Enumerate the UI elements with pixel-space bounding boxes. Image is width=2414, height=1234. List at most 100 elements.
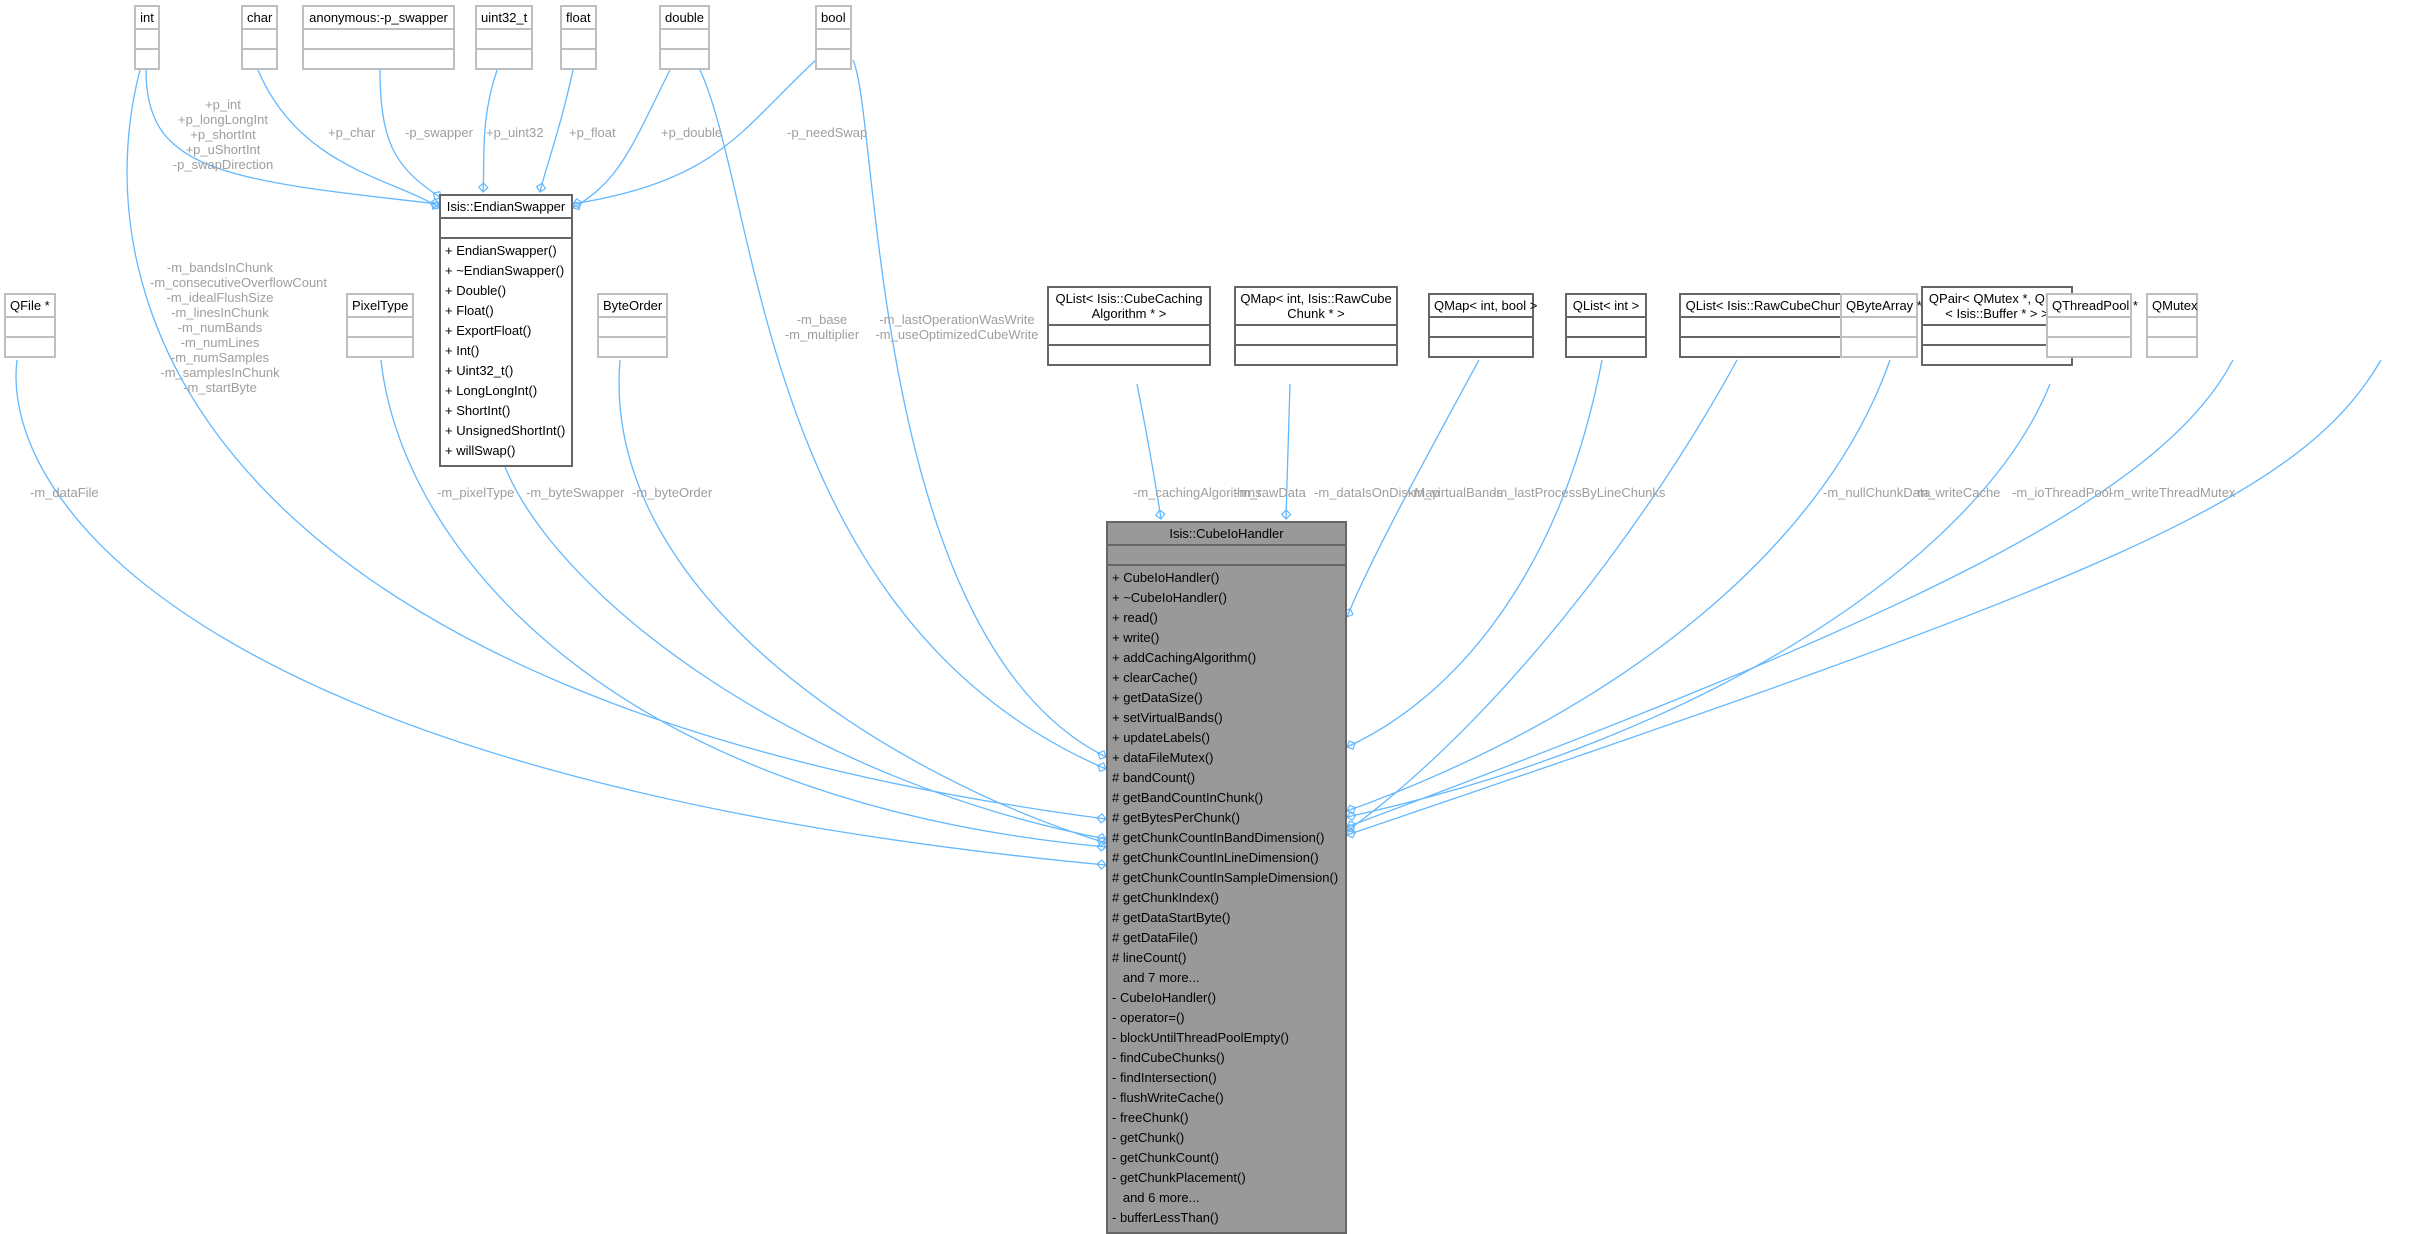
member-item[interactable]: - findIntersection() bbox=[1108, 1068, 1345, 1088]
member-item[interactable]: + willSwap() bbox=[441, 441, 571, 461]
node-double[interactable]: double bbox=[659, 5, 711, 70]
member-item[interactable]: + ShortInt() bbox=[441, 401, 571, 421]
member-item[interactable]: # getChunkIndex() bbox=[1108, 888, 1345, 908]
edge-label-mutex: -m_writeThreadMutex bbox=[2109, 485, 2236, 500]
node-cube-io-handler[interactable]: Isis::CubeIoHandler + CubeIoHandler() + ~… bbox=[1106, 521, 1347, 1234]
member-item[interactable]: - getChunk() bbox=[1108, 1128, 1345, 1148]
node-qfile[interactable]: QFile * bbox=[4, 293, 56, 358]
member-item[interactable]: + updateLabels() bbox=[1108, 728, 1345, 748]
node-float[interactable]: float bbox=[560, 5, 597, 70]
edge-byteorder-main bbox=[618, 359, 1107, 844]
methods-section bbox=[661, 48, 709, 68]
attributes-section bbox=[1567, 318, 1645, 338]
attributes-section bbox=[348, 316, 413, 336]
edge-label-writecache: -m_writeCache bbox=[1913, 485, 2001, 500]
member-item[interactable]: and 6 more... bbox=[1108, 1188, 1345, 1208]
node-title: QFile * bbox=[10, 298, 50, 313]
node-pixeltype[interactable]: PixelType bbox=[346, 293, 415, 358]
member-item[interactable]: + write() bbox=[1108, 628, 1345, 648]
attributes-section bbox=[1236, 326, 1396, 346]
member-item[interactable]: # getBandCountInChunk() bbox=[1108, 788, 1345, 808]
member-item[interactable]: - CubeIoHandler() bbox=[1108, 988, 1345, 1008]
attributes-section bbox=[1108, 546, 1345, 564]
member-item[interactable]: - getChunkCount() bbox=[1108, 1148, 1345, 1168]
node-bool[interactable]: bool bbox=[815, 5, 852, 70]
methods-section bbox=[243, 48, 277, 68]
methods-section: + EndianSwapper() + ~EndianSwapper() + Dou… bbox=[441, 237, 571, 465]
member-item[interactable]: + ExportFloat() bbox=[441, 321, 571, 341]
edge-writecache-main bbox=[1346, 383, 2051, 818]
member-item[interactable]: + clearCache() bbox=[1108, 668, 1345, 688]
member-item[interactable]: + Uint32_t() bbox=[441, 361, 571, 381]
member-item[interactable]: # getDataStartByte() bbox=[1108, 908, 1345, 928]
member-item[interactable]: + setVirtualBands() bbox=[1108, 708, 1345, 728]
edge-label-pixeltype: -m_pixelType bbox=[437, 485, 515, 500]
methods-section bbox=[304, 48, 453, 68]
node-qbytearray[interactable]: QByteArray * bbox=[1840, 293, 1922, 358]
edge-nullchunk-main bbox=[1346, 359, 1891, 812]
member-item[interactable]: + ~EndianSwapper() bbox=[441, 261, 571, 281]
node-qmap-int-bool[interactable]: QMap< int, bool > bbox=[1428, 293, 1537, 358]
member-item[interactable]: + Double() bbox=[441, 281, 571, 301]
member-item[interactable]: + LongLongInt() bbox=[441, 381, 571, 401]
member-item[interactable]: # lineCount() bbox=[1108, 948, 1345, 968]
attributes-section bbox=[6, 316, 54, 336]
member-item[interactable]: + CubeIoHandler() bbox=[1108, 568, 1345, 588]
member-item[interactable]: - freeChunk() bbox=[1108, 1108, 1345, 1128]
node-title: float bbox=[566, 10, 591, 25]
member-item[interactable]: + Float() bbox=[441, 301, 571, 321]
node-qmutex[interactable]: QMutex bbox=[2146, 293, 2198, 358]
node-title: Isis::EndianSwapper bbox=[441, 196, 571, 219]
member-item[interactable]: and 7 more... bbox=[1108, 968, 1345, 988]
edge-threadpool-main bbox=[1346, 359, 2234, 828]
methods-section bbox=[1567, 338, 1645, 356]
edge-lastproc-main bbox=[1346, 359, 1738, 832]
member-item[interactable]: - findCubeChunks() bbox=[1108, 1048, 1345, 1068]
member-item[interactable]: + EndianSwapper() bbox=[441, 241, 571, 261]
node-byteorder[interactable]: ByteOrder bbox=[597, 293, 669, 358]
member-item[interactable]: + Int() bbox=[441, 341, 571, 361]
member-item[interactable]: # getChunkCountInLineDimension() bbox=[1108, 848, 1345, 868]
member-item[interactable]: + ~CubeIoHandler() bbox=[1108, 588, 1345, 608]
member-item[interactable]: + read() bbox=[1108, 608, 1345, 628]
edge-label-bool-main: -m_lastOperationWasWrite -m_useOptimized… bbox=[875, 312, 1039, 342]
node-title: anonymous:-p_swapper bbox=[309, 10, 448, 25]
attributes-section bbox=[1842, 316, 1916, 336]
node-title: char bbox=[247, 10, 273, 25]
member-item[interactable]: + dataFileMutex() bbox=[1108, 748, 1345, 768]
member-item[interactable]: - bufferLessThan() bbox=[1108, 1208, 1345, 1228]
methods-section bbox=[599, 336, 667, 356]
member-item[interactable]: # bandCount() bbox=[1108, 768, 1345, 788]
node-int[interactable]: int bbox=[134, 5, 160, 70]
node-qthreadpool[interactable]: QThreadPool * bbox=[2046, 293, 2138, 358]
edge-label-uint32: +p_uint32 bbox=[486, 125, 544, 140]
member-item[interactable]: - operator=() bbox=[1108, 1008, 1345, 1028]
node-title: QByteArray * bbox=[1846, 298, 1922, 313]
node-qlist-int[interactable]: QList< int > bbox=[1565, 293, 1647, 358]
member-item[interactable]: + addCachingAlgorithm() bbox=[1108, 648, 1345, 668]
node-char[interactable]: char bbox=[241, 5, 279, 70]
attributes-section bbox=[1430, 318, 1532, 338]
member-item[interactable]: - flushWriteCache() bbox=[1108, 1088, 1345, 1108]
attributes-section bbox=[136, 28, 158, 48]
member-item[interactable]: - blockUntilThreadPoolEmpty() bbox=[1108, 1028, 1345, 1048]
node-qmap-rawcube-chunk[interactable]: QMap< int, Isis::RawCube Chunk * > bbox=[1234, 286, 1398, 366]
member-item[interactable]: - getChunkPlacement() bbox=[1108, 1168, 1345, 1188]
node-qlist-caching-algorithm[interactable]: QList< Isis::CubeCaching Algorithm * > bbox=[1047, 286, 1211, 366]
attributes-section bbox=[1049, 326, 1209, 346]
node-uint32[interactable]: uint32_t bbox=[475, 5, 534, 70]
member-item[interactable]: # getDataFile() bbox=[1108, 928, 1345, 948]
node-endian-swapper[interactable]: Isis::EndianSwapper + EndianSwapper() + ~… bbox=[439, 194, 573, 467]
methods-section bbox=[136, 48, 158, 68]
attributes-section bbox=[2048, 316, 2130, 336]
attributes-section bbox=[441, 219, 571, 237]
member-item[interactable]: # getChunkCountInSampleDimension() bbox=[1108, 868, 1345, 888]
edge-label-byteorder: -m_byteOrder bbox=[632, 485, 713, 500]
node-anonymous-p-swapper[interactable]: anonymous:-p_swapper bbox=[302, 5, 455, 70]
member-item[interactable]: + UnsignedShortInt() bbox=[441, 421, 571, 441]
methods-section bbox=[477, 48, 532, 68]
member-item[interactable]: # getChunkCountInBandDimension() bbox=[1108, 828, 1345, 848]
node-title: QMap< int, bool > bbox=[1430, 295, 1537, 318]
member-item[interactable]: + getDataSize() bbox=[1108, 688, 1345, 708]
member-item[interactable]: # getBytesPerChunk() bbox=[1108, 808, 1345, 828]
